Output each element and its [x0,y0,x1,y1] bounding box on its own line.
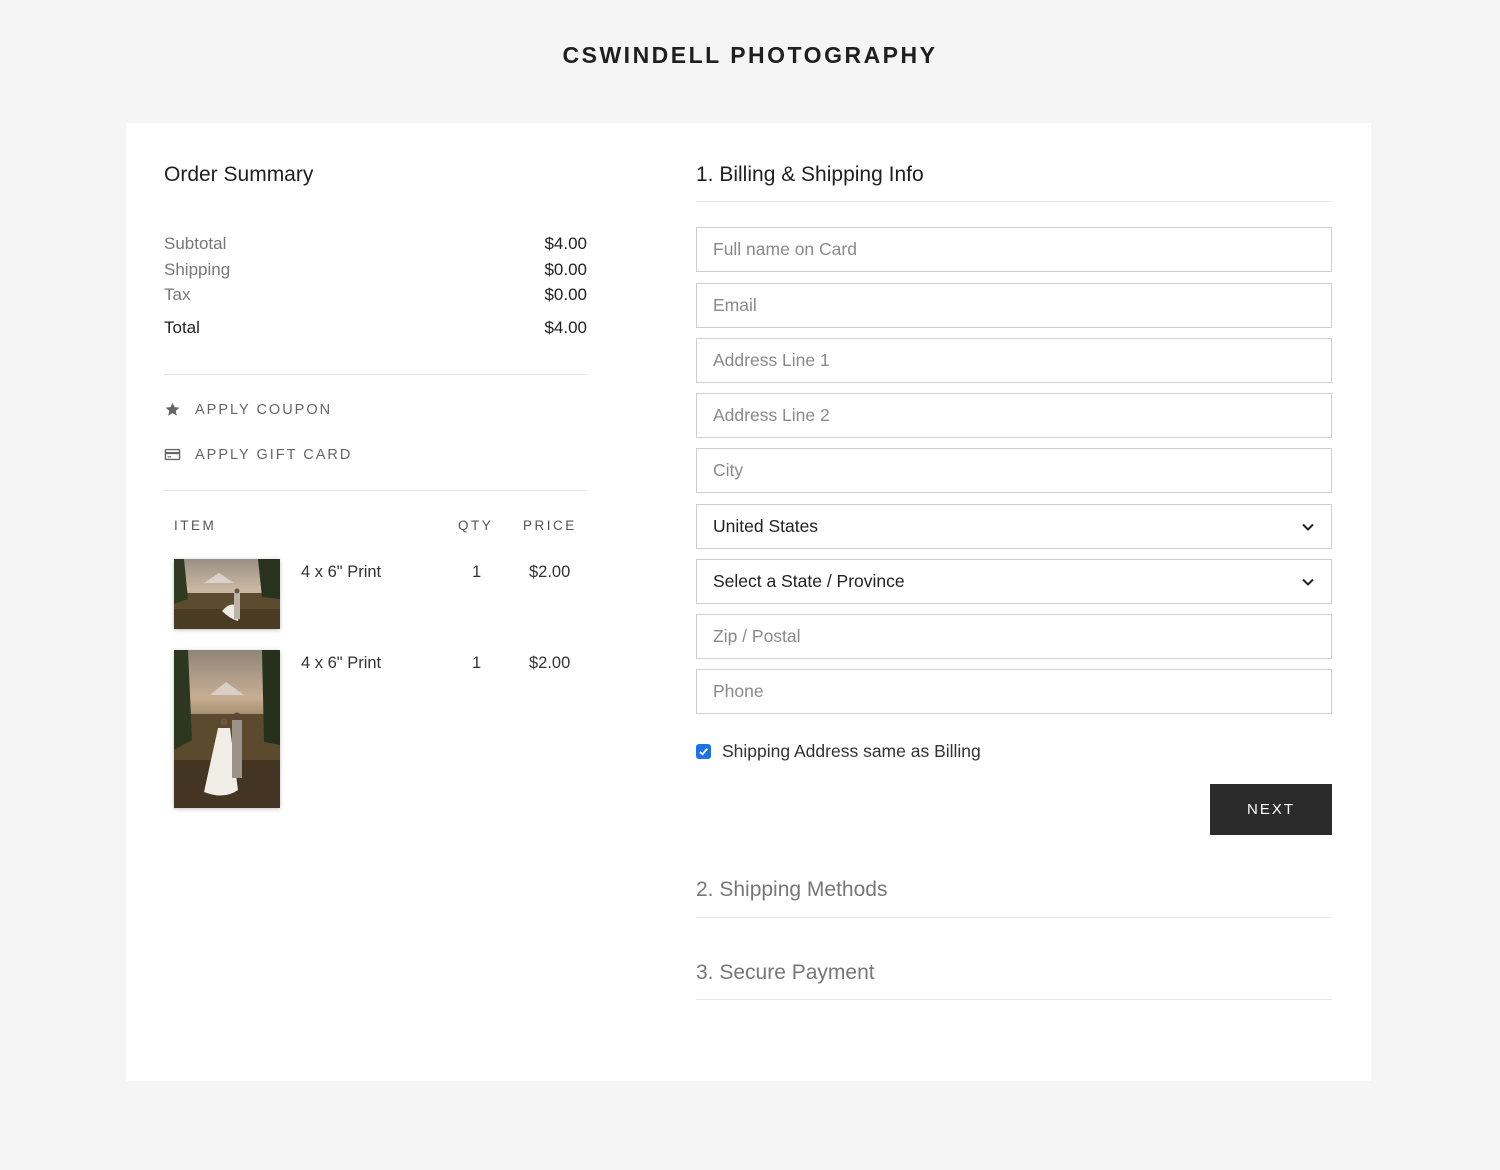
email-field[interactable] [696,283,1332,328]
zip-input[interactable] [697,615,1331,658]
country-value: United States [713,516,819,536]
apply-gift-card-label: APPLY GIFT CARD [195,446,353,463]
brand-title: CSWINDELL PHOTOGRAPHY [562,42,938,68]
divider [164,374,587,375]
tax-value: $0.00 [544,285,587,304]
item-price: $2.00 [529,654,571,672]
city-field[interactable] [696,448,1332,493]
shipping-row: Shipping $0.00 [164,257,587,283]
item-name: 4 x 6" Print [301,563,382,581]
item-qty: 1 [472,654,482,672]
item-thumbnail [174,650,280,808]
phone-input[interactable] [697,670,1331,713]
subtotal-row: Subtotal $4.00 [164,231,587,257]
credit-card-icon [164,448,181,461]
address-line-1-input[interactable] [697,339,1331,382]
qty-column-header: QTY [458,518,494,533]
item-price: $2.00 [529,563,571,581]
country-select[interactable]: United States [696,504,1332,549]
total-row: Total $4.00 [164,315,587,341]
full-name-field[interactable] [696,227,1332,272]
apply-gift-card-link[interactable]: APPLY GIFT CARD [164,446,352,463]
email-input[interactable] [697,284,1331,327]
divider [164,490,587,491]
item-qty: 1 [472,563,482,581]
item-thumbnail [174,559,280,629]
state-value: Select a State / Province [713,571,905,591]
same-address-label: Shipping Address same as Billing [722,741,981,761]
subtotal-label: Subtotal [164,234,227,253]
checkmark-icon [699,748,708,756]
totals: Subtotal $4.00 Shipping $0.00 Tax $0.00 … [164,231,587,340]
item-column-header: ITEM [174,518,217,533]
order-summary-title: Order Summary [164,163,314,186]
section-divider [696,917,1332,918]
address-line-2-field[interactable] [696,393,1332,438]
total-label: Total [164,317,200,337]
zip-field[interactable] [696,614,1332,659]
city-input[interactable] [697,449,1331,492]
shipping-methods-step[interactable]: 2. Shipping Methods [696,878,1332,902]
price-column-header: PRICE [523,518,577,533]
same-address-checkbox[interactable] [696,744,711,759]
tax-label: Tax [164,285,191,304]
total-value: $4.00 [544,317,587,337]
address-line-2-input[interactable] [697,394,1331,437]
billing-section-title: 1. Billing & Shipping Info [696,163,924,186]
tax-row: Tax $0.00 [164,282,587,308]
portrait-photo-image [174,650,280,808]
chevron-down-icon [1302,578,1314,586]
subtotal-value: $4.00 [544,234,587,253]
shipping-label: Shipping [164,259,231,279]
chevron-down-icon [1302,523,1314,531]
landscape-photo-image [174,559,280,629]
address-line-1-field[interactable] [696,338,1332,383]
full-name-input[interactable] [697,228,1331,271]
section-divider [696,201,1332,202]
checkout-card: Order Summary Subtotal $4.00 Shipping $0… [126,123,1371,1081]
item-name: 4 x 6" Print [301,654,382,672]
state-select[interactable]: Select a State / Province [696,559,1332,604]
next-button[interactable]: NEXT [1210,784,1332,835]
apply-coupon-label: APPLY COUPON [195,401,333,418]
apply-coupon-link[interactable]: APPLY COUPON [164,401,332,418]
phone-field[interactable] [696,669,1332,714]
secure-payment-step[interactable]: 3. Secure Payment [696,961,1332,985]
same-address-option[interactable]: Shipping Address same as Billing [696,741,981,762]
shipping-value: $0.00 [544,259,587,279]
section-divider [696,999,1332,1000]
star-icon [165,402,180,416]
